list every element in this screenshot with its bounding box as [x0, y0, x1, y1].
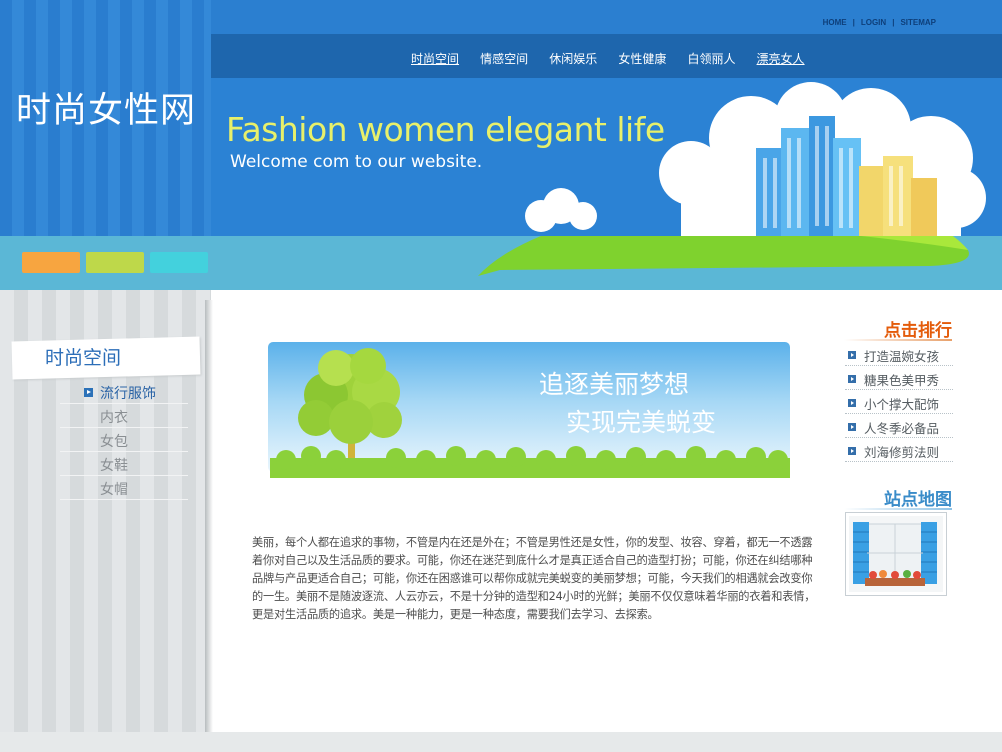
sidebar-item-shoes[interactable]: 女鞋 [60, 452, 188, 476]
sidebar-item-underwear[interactable]: 内衣 [60, 404, 188, 428]
sidebar-item-label: 女帽 [100, 482, 128, 498]
color-block-green [86, 252, 144, 273]
rank-item-label: 打造温婉女孩 [864, 349, 940, 364]
sidebar-title: 时尚空间 [45, 347, 122, 369]
main-nav: 时尚空间 情感空间 休闲娱乐 女性健康 白领丽人 漂亮女人 [211, 34, 1002, 78]
nav-item-fashion-space[interactable]: 时尚空间 [411, 52, 459, 66]
banner-subtitle: Welcome com to our website. [230, 152, 483, 172]
heading-rule [844, 508, 952, 510]
banner-slogan-line2: 实现完美蜕变 [566, 408, 716, 437]
nav-items: 时尚空间 情感空间 休闲娱乐 女性健康 白领丽人 漂亮女人 [411, 48, 821, 67]
site-logo[interactable]: 时尚女性网 [16, 82, 196, 133]
intro-paragraph-box: 美丽，每个人都在追求的事物，不管是内在还是外在；不管是男性还是女性，你的发型、妆… [252, 534, 820, 624]
sidebar-item-fashion-clothing[interactable]: 流行服饰 [60, 380, 188, 404]
sitemap-link[interactable]: SITEMAP [900, 18, 936, 27]
sidebar-item-label: 女包 [100, 434, 128, 450]
rank-item-label: 糖果色美甲秀 [864, 373, 940, 388]
rank-item[interactable]: 打造温婉女孩 [845, 342, 953, 366]
banner-slogan-line1: 追逐美丽梦想 [539, 370, 689, 399]
home-link[interactable]: HOME [823, 18, 847, 27]
intro-paragraph: 美丽，每个人都在追求的事物，不管是内在还是外在；不管是男性还是女性，你的发型、妆… [252, 536, 816, 621]
sitemap-heading: 站点地图 [884, 490, 952, 510]
nav-item-emotion-space[interactable]: 情感空间 [480, 52, 528, 66]
arrow-bullet-icon [848, 399, 856, 407]
rank-item[interactable]: 刘海修剪法则 [845, 438, 953, 462]
login-link[interactable]: LOGIN [861, 18, 886, 27]
sidebar-item-label: 女鞋 [100, 458, 128, 474]
sidebar-shadow [205, 300, 213, 732]
nav-item-women-health[interactable]: 女性健康 [618, 52, 666, 66]
page: 时尚女性网 HOME | LOGIN | SITEMAP 时尚空间 情感空间 休闲娱乐 … [0, 0, 1002, 752]
top-links: HOME | LOGIN | SITEMAP [823, 18, 936, 27]
logo-panel: 时尚女性网 [0, 0, 211, 236]
rank-item[interactable]: 人冬季必备品 [845, 414, 953, 438]
rank-item-label: 刘海修剪法则 [864, 445, 940, 460]
banner-title: Fashion women elegant life [226, 110, 665, 149]
rank-item-label: 人冬季必备品 [864, 421, 940, 436]
rank-item-label: 小个撑大配饰 [864, 397, 940, 412]
header: 时尚女性网 HOME | LOGIN | SITEMAP 时尚空间 情感空间 休闲娱乐 … [0, 0, 1002, 290]
sidebar-item-hats[interactable]: 女帽 [60, 476, 188, 500]
nav-item-office-lady[interactable]: 白领丽人 [687, 52, 735, 66]
color-block-orange [22, 252, 80, 273]
color-block-cyan [150, 252, 208, 273]
color-strip [0, 236, 1002, 290]
center-banner: 追逐美丽梦想 实现完美蜕变 [268, 342, 790, 478]
arrow-bullet-icon [848, 423, 856, 431]
arrow-bullet-icon [848, 375, 856, 383]
sitemap-thumbnail[interactable] [845, 512, 947, 596]
nav-item-pretty-women[interactable]: 漂亮女人 [757, 52, 805, 66]
nav-item-leisure[interactable]: 休闲娱乐 [549, 52, 597, 66]
window-image [849, 516, 943, 592]
rank-item[interactable]: 糖果色美甲秀 [845, 366, 953, 390]
top-link-separator: | [892, 18, 895, 27]
heading-rule [844, 339, 952, 341]
arrow-bullet-icon [848, 351, 856, 359]
click-ranking-heading: 点击排行 [884, 321, 952, 341]
rank-item[interactable]: 小个撑大配饰 [845, 390, 953, 414]
header-banner: Fashion women elegant life Welcome com t… [211, 78, 1002, 236]
sidebar-item-label: 流行服饰 [100, 386, 156, 402]
sidebar-item-handbags[interactable]: 女包 [60, 428, 188, 452]
footer [0, 732, 1002, 752]
top-bar: HOME | LOGIN | SITEMAP [211, 0, 1002, 34]
arrow-bullet-icon [84, 388, 93, 397]
arrow-bullet-icon [848, 447, 856, 455]
sidebar-item-label: 内衣 [100, 410, 128, 426]
top-link-separator: | [852, 18, 855, 27]
